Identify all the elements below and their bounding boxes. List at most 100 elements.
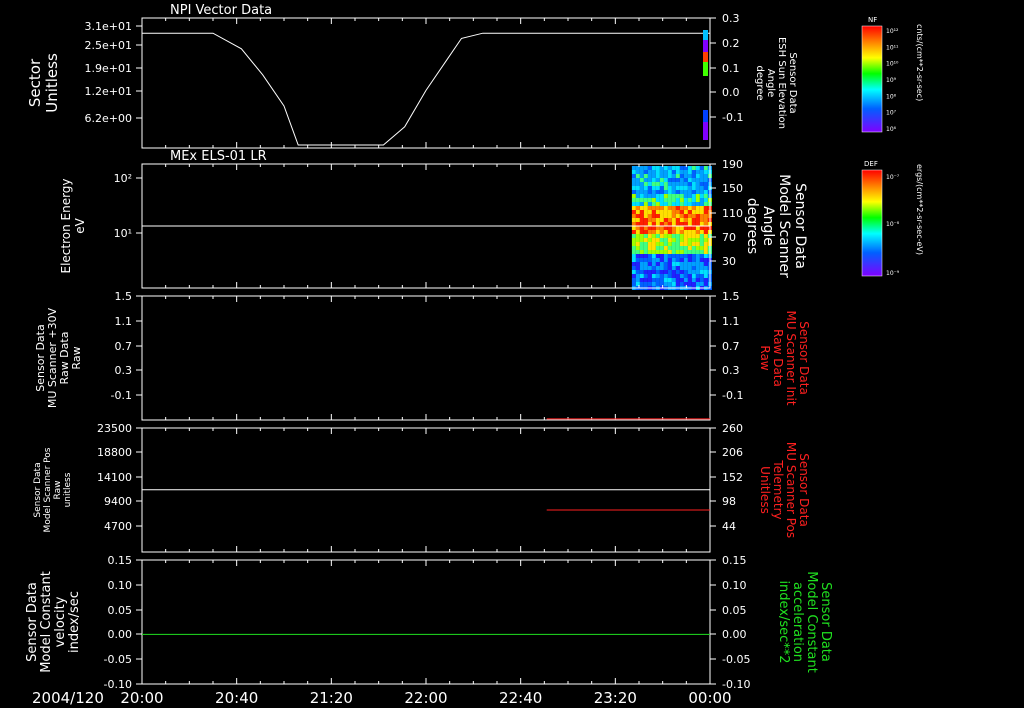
heatmap-cell xyxy=(643,198,648,202)
heatmap-cell xyxy=(671,230,676,234)
heatmap-cell xyxy=(679,186,684,190)
heatmap-cell xyxy=(675,186,680,190)
heatmap-cell xyxy=(639,226,644,230)
left-tick-label: 2.5e+01 xyxy=(85,39,132,52)
heatmap-cell xyxy=(675,170,680,174)
left-tick-label: 4700 xyxy=(104,520,132,533)
heatmap-cell xyxy=(663,202,668,206)
heatmap-cell xyxy=(671,258,676,262)
heatmap-cell xyxy=(683,182,688,186)
heatmap-cell xyxy=(683,186,688,190)
heatmap-cell xyxy=(663,178,668,182)
heatmap-cell xyxy=(703,190,708,194)
heatmap-cell xyxy=(631,174,636,178)
heatmap-cell xyxy=(699,242,704,246)
heatmap-cell xyxy=(639,182,644,186)
heatmap-cell xyxy=(639,206,644,210)
panel-4-rlabel-line-3: Telemetry xyxy=(771,459,785,519)
heatmap-cell xyxy=(663,258,668,262)
heatmap-cell xyxy=(667,274,672,278)
panel-5-right-ylabel: Sensor Data Model Constant acceleration … xyxy=(776,571,833,673)
right-tick-label: 0.3 xyxy=(722,12,740,25)
panel-4-left-ylabel: Sensor Data Model Scanner Pos Raw unitle… xyxy=(33,447,73,532)
heatmap-cell xyxy=(699,222,704,226)
panel-5-left-ticks: 0.150.100.050.00-0.05-0.10 xyxy=(104,554,711,691)
heatmap-cell xyxy=(651,246,656,250)
heatmap-cell xyxy=(695,198,700,202)
heatmap-cell xyxy=(663,254,668,258)
right-tick-label: 152 xyxy=(722,471,743,484)
right-tick-label: -0.1 xyxy=(722,111,743,124)
heatmap-cell xyxy=(667,238,672,242)
heatmap-cell xyxy=(639,230,644,234)
heatmap-cell xyxy=(663,214,668,218)
heatmap-cell xyxy=(695,226,700,230)
panel-2-rlabel-line-4: degrees xyxy=(744,198,760,254)
heatmap-cell xyxy=(695,262,700,266)
heatmap-cell xyxy=(639,198,644,202)
heatmap-cell xyxy=(671,186,676,190)
panel-els: MEx ELS-01 LR 10² 10¹ 190 150 110 70 30 Elect… xyxy=(59,149,808,290)
heatmap-cell xyxy=(631,282,636,286)
panel-4-left-ticks: 23500 18800 14100 9400 4700 xyxy=(97,422,711,552)
heatmap-cell xyxy=(695,178,700,182)
heatmap-cell xyxy=(643,178,648,182)
panel-3-frame xyxy=(141,295,711,421)
panel-5-ylabel-line-4: index/sec xyxy=(67,591,82,653)
panel-4-right-ylabel: Sensor Data MU Scanner Pos Telemetry Uni… xyxy=(758,442,811,538)
heatmap-cell xyxy=(679,270,684,274)
heatmap-cell xyxy=(671,254,676,258)
heatmap-cell xyxy=(695,266,700,270)
heatmap-cell xyxy=(695,246,700,250)
heatmap-cell xyxy=(631,266,636,270)
panel-1-frame xyxy=(141,17,711,149)
colorbar-def-unit: ergs/(cm**2-sr-sec-eV) xyxy=(915,164,924,255)
heatmap-cell xyxy=(695,258,700,262)
heatmap-cell xyxy=(671,194,676,198)
heatmap-cell xyxy=(655,258,660,262)
heatmap-cell xyxy=(687,214,692,218)
panel-scanner-pos: 23500 18800 14100 9400 4700 260 206 152 98 44 Se… xyxy=(33,422,811,553)
heatmap-cell xyxy=(667,166,672,170)
heatmap-cell xyxy=(639,250,644,254)
heatmap-cell xyxy=(663,266,668,270)
panel-1-right-ticks: 0.3 0.2 0.1 0.0 -0.1 xyxy=(710,12,743,124)
heatmap-cell xyxy=(647,202,652,206)
heatmap-cell xyxy=(663,226,668,230)
heatmap-cell xyxy=(671,214,676,218)
heatmap-cell xyxy=(639,254,644,258)
heatmap-cell xyxy=(663,170,668,174)
heatmap-cell xyxy=(635,170,640,174)
heatmap-cell xyxy=(659,206,664,210)
heatmap-cell xyxy=(635,250,640,254)
heatmap-cell xyxy=(703,206,708,210)
heatmap-cell xyxy=(631,186,636,190)
heatmap-cell xyxy=(655,202,660,206)
heatmap-cell xyxy=(679,194,684,198)
heatmap-cell xyxy=(635,174,640,178)
heatmap-cell xyxy=(675,278,680,282)
heatmap-cell xyxy=(635,258,640,262)
heatmap-cell xyxy=(643,282,648,286)
heatmap-cell xyxy=(663,210,668,214)
heatmap-cell xyxy=(655,234,660,238)
right-tick-label: 0.1 xyxy=(722,62,740,75)
heatmap-cell xyxy=(651,258,656,262)
heatmap-cell xyxy=(639,202,644,206)
heatmap-cell xyxy=(663,230,668,234)
heatmap-cell xyxy=(671,238,676,242)
panel-4-rlabel-line-1: Sensor Data xyxy=(797,453,811,527)
heatmap-cell xyxy=(695,218,700,222)
heatmap-cell xyxy=(651,226,656,230)
heatmap-cell xyxy=(691,170,696,174)
heatmap-cell xyxy=(659,174,664,178)
panel-4-ylabel-line-4: unitless xyxy=(63,472,73,507)
heatmap-cell xyxy=(655,194,660,198)
heatmap-cell xyxy=(635,246,640,250)
colorbar-nf-title: NF xyxy=(868,16,877,24)
heatmap-cell xyxy=(691,182,696,186)
heatmap-cell xyxy=(635,198,640,202)
heatmap-cell xyxy=(671,226,676,230)
right-tick-label: 1.5 xyxy=(722,290,740,303)
heatmap-cell xyxy=(703,186,708,190)
